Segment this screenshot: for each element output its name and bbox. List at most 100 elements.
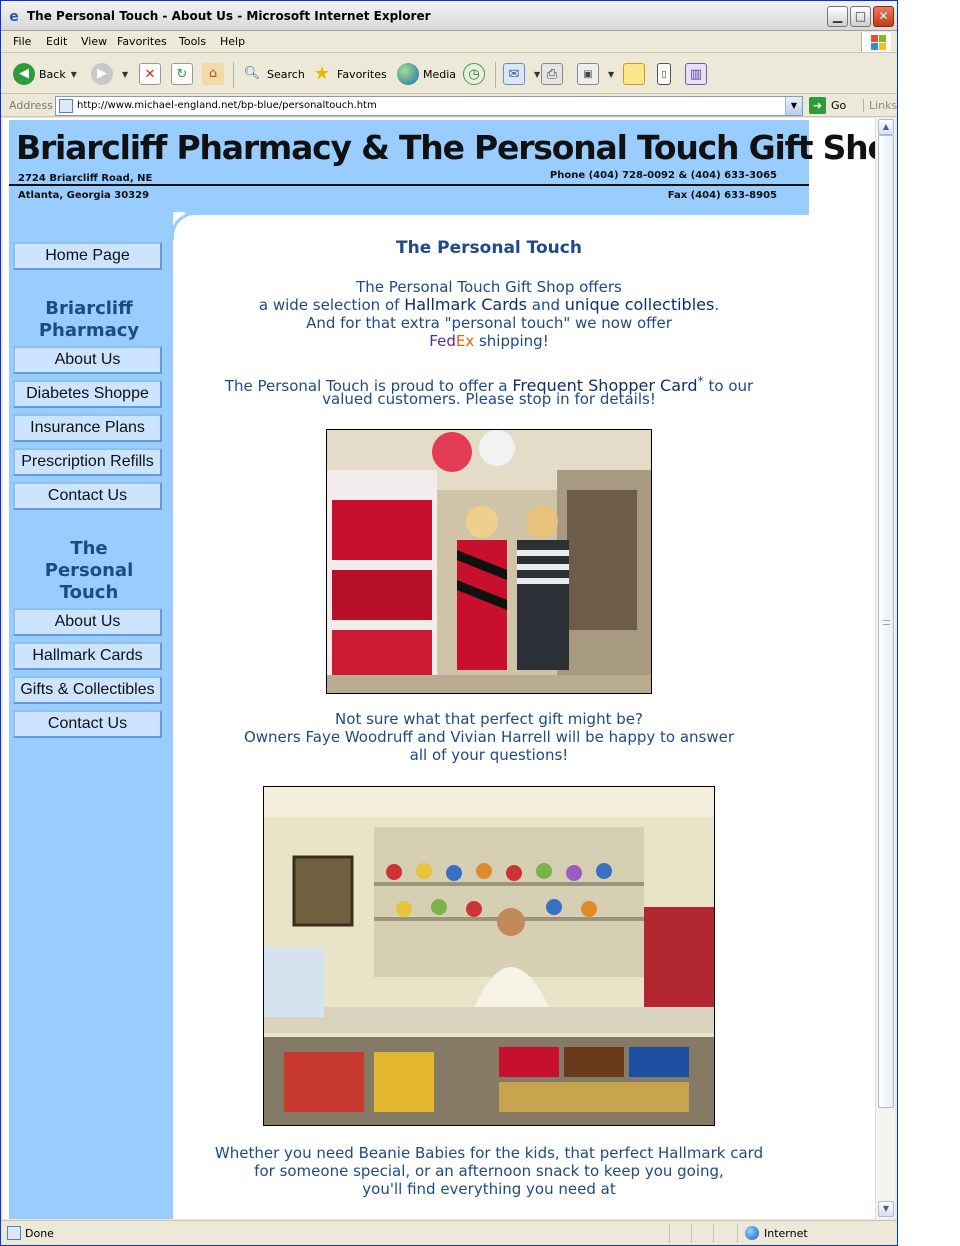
forward-button[interactable]: ▶ ▼ bbox=[91, 62, 128, 86]
status-bar: Done Internet bbox=[1, 1220, 897, 1245]
nav-pharmacy-contact-us[interactable]: Contact Us bbox=[13, 482, 162, 510]
owners-line-2: Owners Faye Woodruff and Vivian Harrell … bbox=[243, 728, 735, 746]
counter-photo-image bbox=[264, 787, 714, 1125]
history-icon: ◷ bbox=[463, 63, 485, 85]
mail-dropdown-icon[interactable]: ▼ bbox=[534, 70, 540, 79]
nav-prescription-refills[interactable]: Prescription Refills bbox=[13, 448, 162, 476]
owners-photo-image bbox=[327, 430, 651, 693]
page-viewport: Briarcliff Pharmacy & The Personal Touch… bbox=[3, 118, 895, 1219]
history-button[interactable]: ◷ bbox=[463, 62, 489, 86]
discuss-button[interactable] bbox=[623, 62, 649, 86]
closing-line-2: for someone special, or an afternoon sna… bbox=[254, 1162, 724, 1180]
menu-tools[interactable]: Tools bbox=[179, 35, 206, 48]
go-button[interactable]: ➜ Go bbox=[809, 97, 846, 114]
nav-touch-about-us[interactable]: About Us bbox=[13, 608, 162, 636]
go-arrow-icon: ➜ bbox=[809, 97, 826, 114]
address-url[interactable]: http://www.michael-england.net/bp-blue/p… bbox=[77, 100, 377, 111]
menu-bar: File Edit View Favorites Tools Help bbox=[1, 31, 897, 53]
toolbar-separator bbox=[495, 62, 496, 88]
header-city: Atlanta, Georgia 30329 bbox=[18, 190, 150, 201]
forward-arrow-icon: ▶ bbox=[91, 63, 113, 85]
research-books-icon: ▥ bbox=[685, 63, 707, 85]
security-zone: Internet bbox=[745, 1226, 808, 1240]
scroll-up-icon[interactable]: ▲ bbox=[878, 119, 894, 135]
address-input[interactable]: http://www.michael-england.net/bp-blue/p… bbox=[55, 96, 803, 116]
print-icon: ⎙ bbox=[541, 63, 563, 85]
nav-diabetes-shoppe[interactable]: Diabetes Shoppe bbox=[13, 380, 162, 408]
owners-line-3: all of your questions! bbox=[409, 746, 569, 764]
stop-button[interactable]: ✕ bbox=[139, 62, 165, 86]
messenger-button[interactable]: ▯ bbox=[657, 62, 675, 86]
windows-logo-icon bbox=[861, 32, 891, 52]
ie-logo-icon: e bbox=[9, 9, 19, 25]
address-bar: Address http://www.michael-england.net/b… bbox=[1, 95, 897, 117]
site-title: Briarcliff Pharmacy & The Personal Touch… bbox=[16, 128, 895, 167]
research-button[interactable]: ▥ bbox=[685, 62, 711, 86]
favorites-button[interactable]: ★ Favorites bbox=[311, 62, 387, 86]
fedex-line: FedEx shipping! bbox=[429, 332, 549, 350]
menu-favorites[interactable]: Favorites bbox=[117, 35, 167, 48]
page-heading: The Personal Touch bbox=[396, 238, 582, 258]
search-icon: 🔍︎ bbox=[243, 66, 261, 81]
owners-line-1: Not sure what that perfect gift might be… bbox=[335, 710, 643, 728]
refresh-button[interactable]: ↻ bbox=[171, 62, 197, 86]
forward-dropdown-icon[interactable]: ▼ bbox=[122, 70, 128, 79]
favorites-star-icon: ★ bbox=[313, 63, 331, 84]
media-button[interactable]: Media bbox=[397, 62, 456, 86]
window-title: The Personal Touch - About Us - Microsof… bbox=[27, 9, 431, 23]
print-button[interactable]: ⎙ bbox=[541, 62, 567, 86]
unique-collectibles-text: unique collectibles bbox=[564, 295, 715, 314]
note-icon bbox=[623, 63, 645, 85]
home-icon: ⌂ bbox=[202, 63, 224, 85]
header-phone: Phone (404) 728-0092 & (404) 633-3065 bbox=[549, 170, 777, 181]
page-icon bbox=[59, 99, 73, 113]
menu-edit[interactable]: Edit bbox=[46, 35, 67, 48]
nav-gifts-collectibles[interactable]: Gifts & Collectibles bbox=[13, 676, 162, 704]
address-dropdown-icon[interactable]: ▼ bbox=[785, 97, 802, 115]
minimize-button[interactable]: ▁ bbox=[827, 6, 848, 27]
owners-photo bbox=[326, 429, 652, 694]
nav-pharmacy-about-us[interactable]: About Us bbox=[13, 346, 162, 374]
closing-line-3: you'll find everything you need at bbox=[362, 1180, 616, 1198]
scroll-thumb[interactable] bbox=[878, 135, 894, 1108]
nav-home-page[interactable]: Home Page bbox=[13, 242, 162, 270]
sidebar-curve bbox=[171, 212, 809, 240]
standard-toolbar: ◀ Back ▼ ▶ ▼ ✕ ↻ ⌂ 🔍︎ Search ★ Favorites… bbox=[1, 54, 897, 94]
fedex-logo-ex: Ex bbox=[455, 332, 475, 350]
shopper-line-2: valued customers. Please stop in for det… bbox=[322, 390, 656, 408]
stop-icon: ✕ bbox=[139, 63, 161, 85]
menu-file[interactable]: File bbox=[13, 35, 31, 48]
header-divider bbox=[9, 184, 809, 186]
media-globe-icon bbox=[397, 63, 419, 85]
back-button[interactable]: ◀ Back ▼ bbox=[13, 62, 77, 86]
scroll-down-icon[interactable]: ▼ bbox=[878, 1201, 894, 1217]
close-button[interactable]: ✕ bbox=[873, 6, 894, 27]
nav-heading-pharmacy: Briarcliff Pharmacy bbox=[38, 298, 140, 341]
mail-icon: ✉ bbox=[503, 63, 525, 85]
nav-hallmark-cards[interactable]: Hallmark Cards bbox=[13, 642, 162, 670]
search-button[interactable]: 🔍︎ Search bbox=[241, 62, 305, 86]
fedex-logo-fed: Fed bbox=[429, 332, 456, 350]
status-page-icon bbox=[7, 1226, 21, 1240]
back-dropdown-icon[interactable]: ▼ bbox=[71, 70, 77, 79]
menu-view[interactable]: View bbox=[81, 35, 107, 48]
home-button[interactable]: ⌂ bbox=[202, 62, 228, 86]
vertical-scrollbar[interactable]: ▲ ▼ bbox=[875, 118, 895, 1219]
nav-insurance-plans[interactable]: Insurance Plans bbox=[13, 414, 162, 442]
title-bar[interactable]: e The Personal Touch - About Us - Micros… bbox=[1, 1, 897, 31]
browser-window: e The Personal Touch - About Us - Micros… bbox=[0, 0, 898, 1246]
intro-line-3: And for that extra "personal touch" we n… bbox=[306, 314, 672, 332]
hallmark-cards-text: Hallmark Cards bbox=[404, 295, 527, 314]
device-icon: ▯ bbox=[657, 63, 671, 85]
mail-button[interactable]: ✉ ▼ bbox=[503, 62, 540, 86]
menu-help[interactable]: Help bbox=[220, 35, 245, 48]
header-street: 2724 Briarcliff Road, NE bbox=[18, 173, 153, 184]
links-button[interactable]: Links bbox=[863, 99, 897, 112]
maximize-button[interactable]: □ bbox=[850, 6, 871, 27]
edit-dropdown-icon[interactable]: ▼ bbox=[608, 70, 614, 79]
nav-touch-contact-us[interactable]: Contact Us bbox=[13, 710, 162, 738]
back-arrow-icon: ◀ bbox=[13, 63, 35, 85]
edit-button[interactable]: ▣ ▼ bbox=[577, 62, 614, 86]
intro-line-1: The Personal Touch Gift Shop offers bbox=[356, 278, 622, 296]
address-label: Address bbox=[9, 99, 53, 112]
